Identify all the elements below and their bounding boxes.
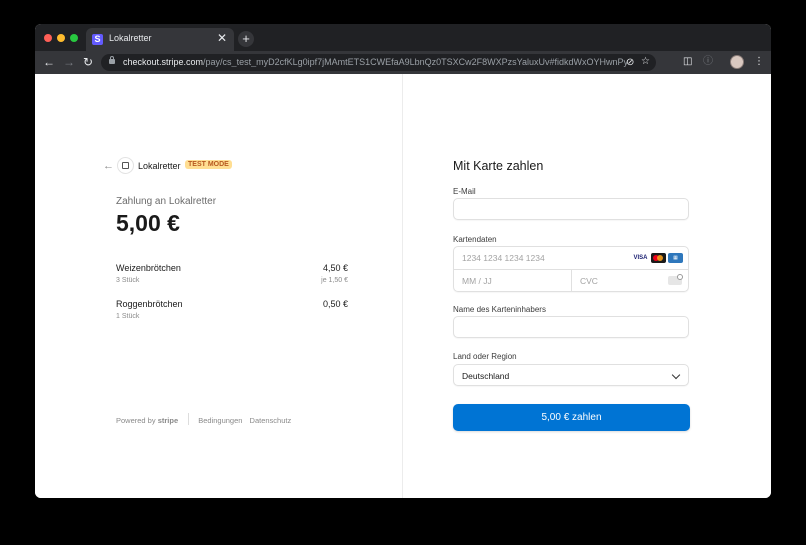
- browser-tab[interactable]: S Lokalretter ✕: [86, 28, 234, 51]
- pay-to-label: Zahlung an Lokalretter: [116, 196, 217, 207]
- cookie-blocked-icon[interactable]: ⊘: [626, 57, 634, 69]
- privacy-link[interactable]: Datenschutz: [250, 416, 292, 425]
- country-select[interactable]: Deutschland: [453, 364, 689, 386]
- line-item-price: 4,50 €: [322, 263, 348, 273]
- tab-close-icon[interactable]: ✕: [217, 31, 227, 45]
- reload-icon[interactable]: ↻: [83, 55, 93, 69]
- pay-button[interactable]: 5,00 € zahlen: [453, 404, 690, 431]
- line-item-name: Roggenbrötchen: [116, 299, 183, 309]
- card-col-divider: [571, 269, 572, 291]
- line-item-qty: 1 Stück: [116, 313, 140, 320]
- cardholder-name-field[interactable]: [453, 316, 689, 338]
- address-url: checkout.stripe.com/pay/cs_test_myD2cfKL…: [123, 57, 628, 67]
- total-amount: 5,00 €: [116, 210, 180, 236]
- country-label: Land oder Region: [453, 352, 517, 361]
- line-item-qty: 3 Stück: [116, 277, 140, 284]
- line-item-unit-price: je 1,50 €: [321, 277, 348, 284]
- menu-kebab-icon[interactable]: ⋮: [754, 56, 764, 68]
- mastercard-icon: [651, 253, 666, 263]
- email-field[interactable]: [453, 198, 689, 220]
- visa-icon: VISA: [633, 255, 648, 261]
- checkout-page: ← Lokalretter TEST MODE Zahlung an Lokal…: [35, 74, 771, 498]
- new-tab-button[interactable]: +: [238, 31, 254, 47]
- back-nav-icon[interactable]: ←: [43, 55, 55, 69]
- store-icon: [117, 157, 134, 174]
- business-name: Lokalretter: [138, 161, 181, 171]
- chevron-down-icon: [671, 370, 681, 380]
- cardholder-label: Name des Karteninhabers: [453, 305, 546, 314]
- url-path: /pay/cs_test_myD2cfKLg0ipf7jMAmtETS1CWEf…: [203, 57, 628, 67]
- line-item-price: 0,50 €: [322, 299, 348, 309]
- card-number-input[interactable]: 1234 1234 1234 1234: [462, 253, 545, 263]
- forward-nav-icon[interactable]: →: [63, 55, 75, 69]
- stripe-favicon-icon: S: [92, 34, 103, 45]
- powered-by-label: Powered by: [116, 416, 156, 425]
- card-label: Kartendaten: [453, 235, 497, 244]
- stripe-logo[interactable]: stripe: [158, 416, 178, 425]
- order-summary-panel: ← Lokalretter TEST MODE Zahlung an Lokal…: [35, 74, 402, 498]
- cvc-card-icon: [668, 274, 683, 285]
- address-bar[interactable]: checkout.stripe.com/pay/cs_test_myD2cfKL…: [101, 54, 656, 71]
- country-value: Deutschland: [462, 371, 510, 381]
- bookmark-star-icon[interactable]: ☆: [641, 56, 650, 68]
- test-mode-badge: TEST MODE: [185, 160, 232, 169]
- browser-toolbar: ← → ↻ checkout.stripe.com/pay/cs_test_my…: [35, 51, 771, 74]
- tab-title: Lokalretter: [109, 33, 152, 43]
- form-title: Mit Karte zahlen: [453, 159, 544, 173]
- lock-icon: [109, 56, 115, 64]
- payment-form-panel: Mit Karte zahlen E-Mail Kartendaten 1234…: [403, 74, 771, 498]
- amex-icon: ▦: [668, 253, 683, 263]
- minimize-window-button[interactable]: [57, 34, 65, 42]
- card-details-group: 1234 1234 1234 1234 VISA ▦ MM / JJ CVC: [453, 246, 689, 292]
- pocket-icon[interactable]: ◫: [683, 56, 692, 68]
- extension-icon[interactable]: ⓘ: [703, 56, 713, 68]
- profile-avatar[interactable]: [730, 55, 744, 69]
- footer-divider: [188, 413, 189, 425]
- close-window-button[interactable]: [44, 34, 52, 42]
- maximize-window-button[interactable]: [70, 34, 78, 42]
- expiry-input[interactable]: MM / JJ: [462, 276, 492, 286]
- terms-link[interactable]: Bedingungen: [198, 416, 242, 425]
- line-item-name: Weizenbrötchen: [116, 263, 181, 273]
- tab-strip: S Lokalretter ✕ +: [35, 24, 771, 51]
- summary-footer: Powered by stripe Bedingungen Datenschut…: [116, 413, 292, 425]
- browser-window: S Lokalretter ✕ + ← → ↻ checkout.stripe.…: [35, 24, 771, 498]
- email-label: E-Mail: [453, 187, 476, 196]
- url-domain: checkout.stripe.com: [123, 57, 204, 67]
- cvc-input[interactable]: CVC: [580, 276, 598, 286]
- back-arrow-icon[interactable]: ←: [103, 160, 114, 172]
